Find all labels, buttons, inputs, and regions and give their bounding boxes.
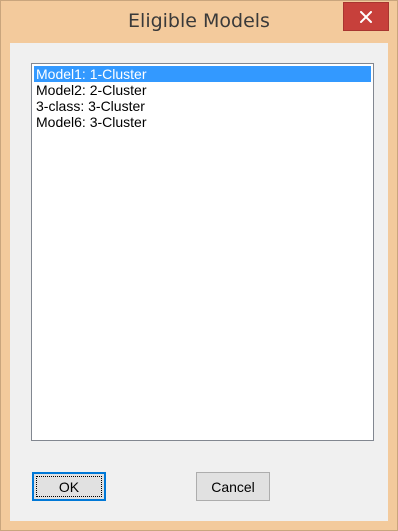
ok-button[interactable]: OK [32,472,106,501]
list-item[interactable]: Model6: 3-Cluster [34,114,371,130]
window-title: Eligible Models [128,10,270,32]
cancel-button[interactable]: Cancel [196,472,270,501]
list-item[interactable]: 3-class: 3-Cluster [34,98,371,114]
title-bar[interactable]: Eligible Models [1,1,397,43]
close-icon [360,10,372,23]
list-item[interactable]: Model1: 1-Cluster [34,66,371,82]
models-listbox[interactable]: Model1: 1-Cluster Model2: 2-Cluster 3-cl… [31,63,374,441]
list-item[interactable]: Model2: 2-Cluster [34,82,371,98]
cancel-button-label: Cancel [211,478,255,495]
ok-button-label: OK [58,478,80,495]
dialog-window: Eligible Models Model1: 1-Cluster Model2… [0,0,398,531]
dialog-client-area: Model1: 1-Cluster Model2: 2-Cluster 3-cl… [10,43,388,521]
close-button[interactable] [343,2,389,31]
